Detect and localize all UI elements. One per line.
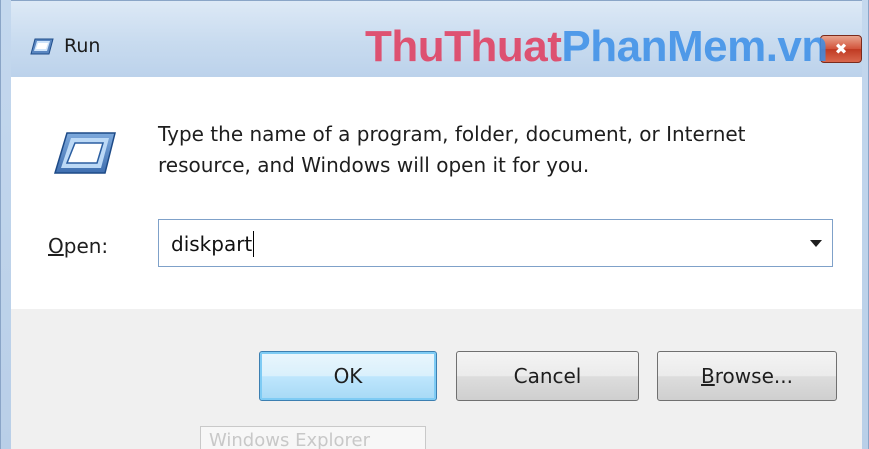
- instruction-text: Type the name of a program, folder, docu…: [158, 122, 746, 177]
- taskbar-tooltip: Windows Explorer: [200, 426, 426, 449]
- close-button[interactable]: ✖: [820, 35, 862, 63]
- open-input[interactable]: diskpart: [171, 231, 255, 257]
- open-label-mnemonic: O: [48, 234, 64, 258]
- dialog-content: Type the name of a program, folder, docu…: [11, 77, 862, 309]
- open-label: Open:: [48, 234, 108, 258]
- cancel-button[interactable]: Cancel: [456, 351, 639, 401]
- window-frame-right: [862, 0, 869, 449]
- title-bar[interactable]: Run ✖: [0, 0, 869, 77]
- run-dialog-window: Run ✖ ThuThuatPhanMem.vn Type the name o…: [0, 0, 869, 449]
- run-icon: [30, 38, 54, 55]
- window-frame-left: [0, 0, 11, 449]
- browse-button[interactable]: Browse...: [657, 351, 837, 401]
- dropdown-arrow-icon[interactable]: [810, 240, 822, 247]
- ok-button[interactable]: OK: [259, 351, 437, 401]
- browse-label: rowse...: [714, 364, 793, 388]
- window-title: Run: [64, 35, 101, 57]
- dialog-footer: OK Cancel Browse... Windows Explorer: [11, 309, 862, 449]
- open-input-value: diskpart: [171, 232, 253, 256]
- browse-mnemonic: B: [701, 364, 715, 388]
- text-caret: [253, 231, 255, 257]
- run-large-icon: [53, 131, 117, 175]
- open-label-text: pen:: [63, 234, 109, 258]
- open-combobox[interactable]: diskpart: [158, 219, 833, 267]
